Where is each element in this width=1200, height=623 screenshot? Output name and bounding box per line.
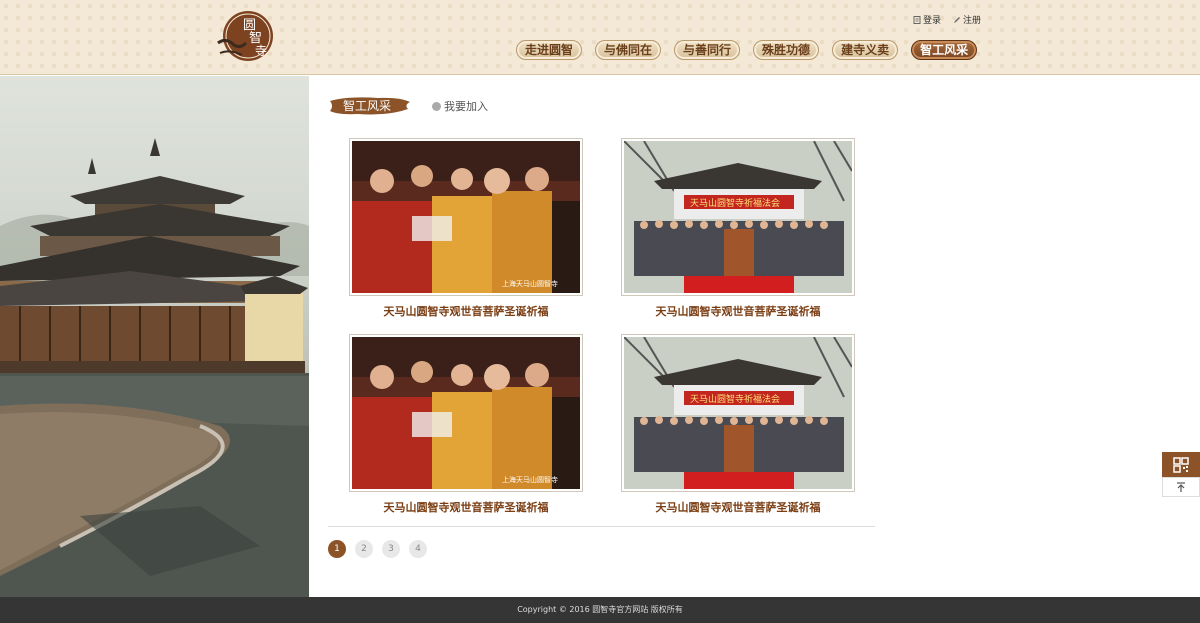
back-to-top-icon <box>1177 482 1185 492</box>
copyright-text: Copyright © 2016 圆智寺官方网站 版权所有 <box>517 605 683 614</box>
gallery-thumbnail[interactable]: 天马山圆智寺祈福法会 <box>621 334 855 492</box>
register-icon <box>954 16 961 23</box>
site-footer: Copyright © 2016 圆智寺官方网站 版权所有 <box>0 597 1200 623</box>
login-link[interactable]: 登录 <box>913 13 941 26</box>
gallery-item[interactable]: 上海天马山圆智寺 天马山圆智寺观世音菩萨圣诞祈福 <box>349 138 583 319</box>
qrcode-icon <box>1173 456 1189 473</box>
section-tabs: 智工风采 我要加入 <box>328 95 875 117</box>
gallery-caption[interactable]: 天马山圆智寺观世音菩萨圣诞祈福 <box>621 303 855 319</box>
nav-item-about[interactable]: 走进圆智 <box>516 40 583 60</box>
qrcode-button[interactable] <box>1162 452 1200 477</box>
svg-text:天马山圆智寺祈福法会: 天马山圆智寺祈福法会 <box>690 393 780 405</box>
photo-group-gate: 天马山圆智寺祈福法会 <box>624 141 852 293</box>
svg-text:寺: 寺 <box>255 44 267 58</box>
page-3[interactable]: 3 <box>382 540 400 558</box>
tab-join[interactable]: 我要加入 <box>432 98 488 114</box>
pagination: 1 2 3 4 <box>328 540 427 558</box>
nav-item-merit[interactable]: 殊胜功德 <box>753 40 820 60</box>
tab-volunteer[interactable]: 智工风采 <box>328 95 412 117</box>
gallery-thumbnail[interactable]: 天马山圆智寺祈福法会 <box>621 138 855 296</box>
nav-item-charity[interactable]: 与善同行 <box>674 40 741 60</box>
svg-text:天马山圆智寺祈福法会: 天马山圆智寺祈福法会 <box>690 197 780 209</box>
photo-monks-crowd: 上海天马山圆智寺 <box>352 141 580 293</box>
nav-item-volunteer[interactable]: 智工风采 <box>911 40 978 60</box>
main-content: 智工风采 我要加入 上海天马山圆智寺 天马山圆智寺观世音菩萨圣诞祈福 天马山圆智… <box>328 95 875 558</box>
login-icon <box>913 15 921 24</box>
gallery-caption[interactable]: 天马山圆智寺观世音菩萨圣诞祈福 <box>349 499 583 515</box>
logo-seal-icon[interactable]: 圆 智 寺 <box>216 9 274 65</box>
register-link[interactable]: 注册 <box>953 13 981 26</box>
side-float-widget <box>1162 452 1200 497</box>
gallery-caption[interactable]: 天马山圆智寺观世音菩萨圣诞祈福 <box>349 303 583 319</box>
auth-links: 登录 注册 <box>913 13 981 26</box>
site-header: 圆 智 寺 登录 注册 走进圆智 与佛同在 与善同行 殊胜功德 建寺义卖 智工风… <box>0 0 1200 75</box>
nav-item-sale[interactable]: 建寺义卖 <box>832 40 899 60</box>
gallery-item[interactable]: 上海天马山圆智寺 天马山圆智寺观世音菩萨圣诞祈福 <box>349 334 583 515</box>
gallery-item[interactable]: 天马山圆智寺祈福法会 天马山圆智寺观世音菩萨圣诞祈福 <box>621 334 855 515</box>
svg-text:上海天马山圆智寺: 上海天马山圆智寺 <box>502 279 558 288</box>
gallery-caption[interactable]: 天马山圆智寺观世音菩萨圣诞祈福 <box>621 499 855 515</box>
tab-volunteer-label: 智工风采 <box>342 99 391 113</box>
login-label: 登录 <box>923 16 942 26</box>
register-label: 注册 <box>963 16 982 26</box>
tab-join-label: 我要加入 <box>444 100 488 113</box>
nav-item-buddha[interactable]: 与佛同在 <box>595 40 662 60</box>
page-1[interactable]: 1 <box>328 540 346 558</box>
photo-monks-crowd: 上海天马山圆智寺 <box>352 337 580 489</box>
page-2[interactable]: 2 <box>355 540 373 558</box>
page-4[interactable]: 4 <box>409 540 427 558</box>
gallery-thumbnail[interactable]: 上海天马山圆智寺 <box>349 334 583 492</box>
gallery-thumbnail[interactable]: 上海天马山圆智寺 <box>349 138 583 296</box>
photo-group-gate: 天马山圆智寺祈福法会 <box>624 337 852 489</box>
content-divider <box>328 526 875 527</box>
temple-banner-image <box>0 76 309 597</box>
gallery-item[interactable]: 天马山圆智寺祈福法会 天马山圆智寺观世音菩萨圣诞祈福 <box>621 138 855 319</box>
main-nav: 走进圆智 与佛同在 与善同行 殊胜功德 建寺义卖 智工风采 <box>516 40 978 60</box>
back-to-top-button[interactable] <box>1162 477 1200 497</box>
svg-text:上海天马山圆智寺: 上海天马山圆智寺 <box>502 475 558 484</box>
join-bullet-icon <box>432 101 441 111</box>
